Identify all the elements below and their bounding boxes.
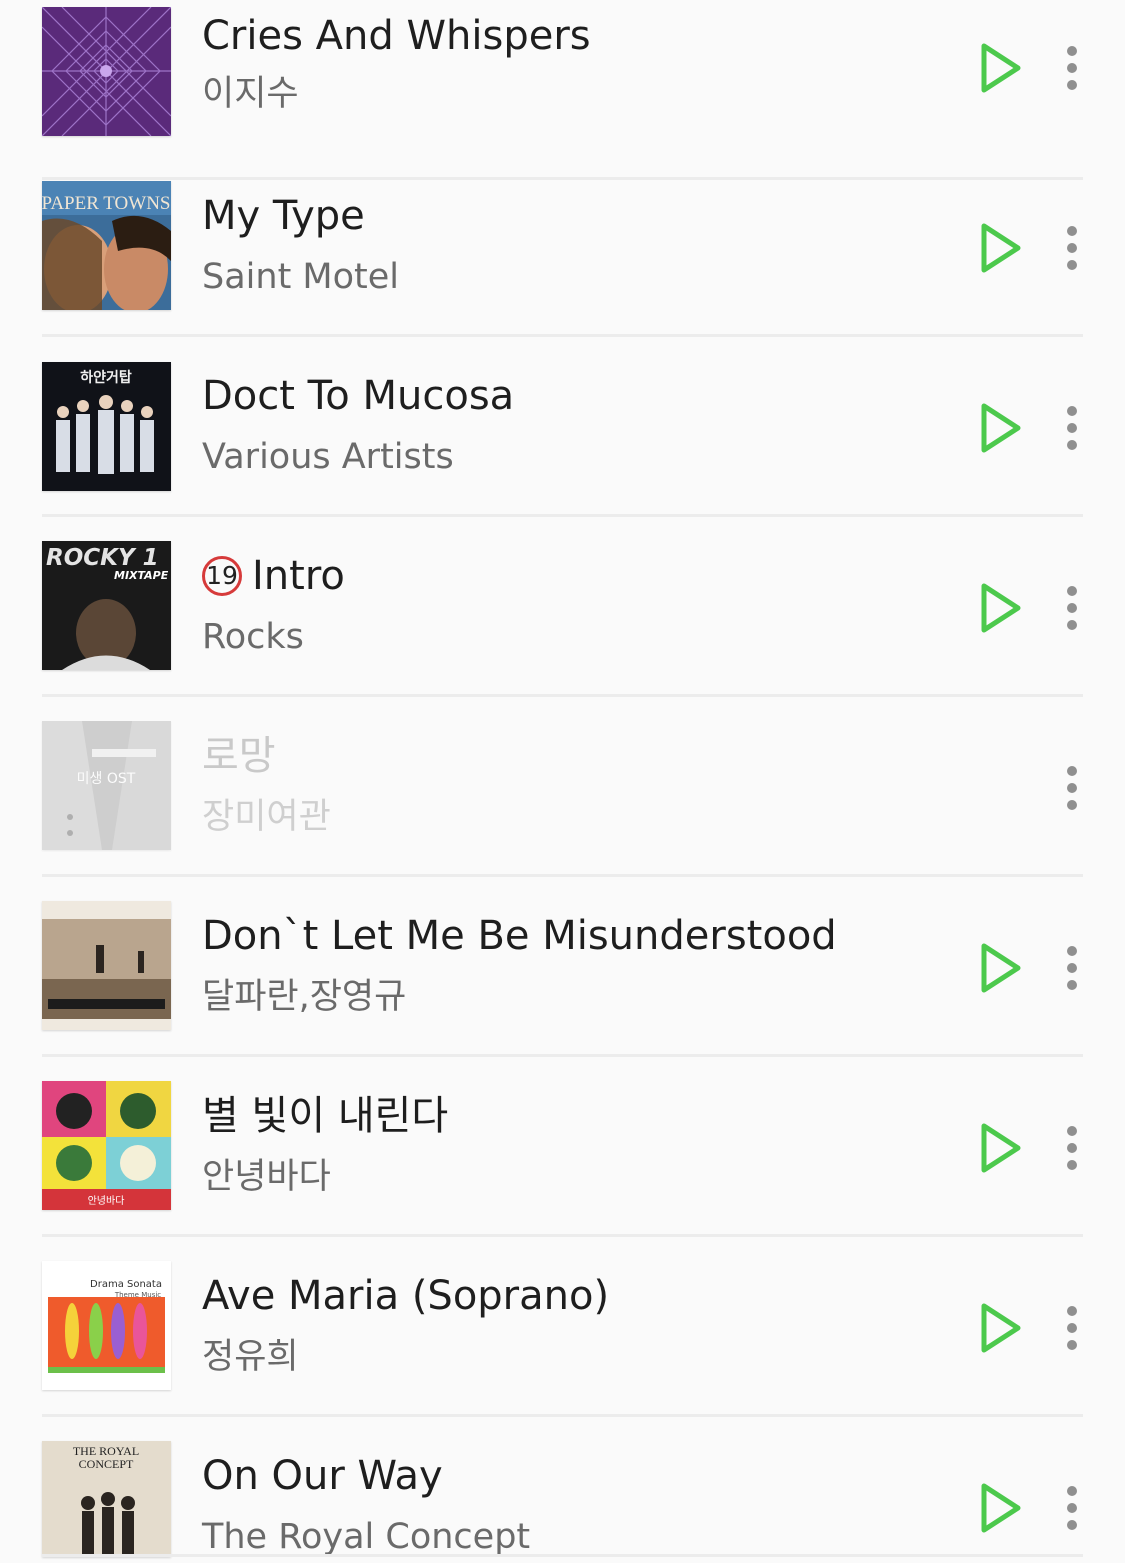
song-title: 로망 xyxy=(202,733,276,779)
song-title-text: Intro xyxy=(252,553,345,599)
album-art-drama-sonata: Drama Sonata Theme Music xyxy=(42,1261,171,1390)
song-row[interactable]: ROCKY 1 MIXTAPE 19 Intro Rocks xyxy=(0,517,1125,697)
more-options-icon[interactable] xyxy=(1060,46,1084,94)
more-options-icon[interactable] xyxy=(1060,1306,1084,1354)
album-art-misaeng-ost: 미생 OST xyxy=(42,721,171,850)
svg-text:Theme Music: Theme Music xyxy=(114,1291,161,1299)
more-options-icon[interactable] xyxy=(1060,766,1084,814)
song-title: Ave Maria (Soprano) xyxy=(202,1273,610,1319)
more-options-icon[interactable] xyxy=(1060,946,1084,994)
album-art-pop-art: 안녕바다 xyxy=(42,1081,171,1210)
play-icon[interactable] xyxy=(976,1480,1024,1536)
song-title: 19 Intro xyxy=(202,546,345,606)
svg-text:MIXTAPE: MIXTAPE xyxy=(114,569,169,582)
more-options-icon[interactable] xyxy=(1060,1486,1084,1534)
svg-text:THE ROYAL: THE ROYAL xyxy=(73,1444,139,1458)
play-icon[interactable] xyxy=(976,940,1024,996)
song-artist: Saint Motel xyxy=(202,257,400,297)
song-title: Cries And Whispers xyxy=(202,13,591,59)
song-row[interactable]: 하얀거탑 Doct To Mucosa Various Artists xyxy=(0,337,1125,517)
album-art-doct-to-mucosa: 하얀거탑 xyxy=(42,362,171,491)
album-art-cries-and-whispers xyxy=(42,7,171,136)
svg-text:PAPER TOWNS: PAPER TOWNS xyxy=(42,193,171,214)
more-options-icon[interactable] xyxy=(1060,226,1084,274)
play-icon[interactable] xyxy=(976,400,1024,456)
song-artist: 정유희 xyxy=(202,1337,299,1377)
song-artist: Various Artists xyxy=(202,437,454,477)
song-artist: 안녕바다 xyxy=(202,1157,331,1197)
album-art-the-royal-concept: THE ROYAL CONCEPT xyxy=(42,1441,171,1557)
svg-text:안녕바다: 안녕바다 xyxy=(88,1195,125,1207)
svg-text:ROCKY 1: ROCKY 1 xyxy=(46,545,159,571)
song-artist: 달파란,장영규 xyxy=(202,977,407,1017)
song-row[interactable]: Cries And Whispers 이지수 xyxy=(0,0,1125,180)
song-row[interactable]: Don`t Let Me Be Misunderstood 달파란,장영규 xyxy=(0,877,1125,1057)
album-art-my-type: PAPER TOWNS xyxy=(42,181,171,310)
song-title: Don`t Let Me Be Misunderstood xyxy=(202,913,837,959)
song-artist: Rocks xyxy=(202,617,304,657)
song-title: My Type xyxy=(202,193,365,239)
play-icon[interactable] xyxy=(976,1300,1024,1356)
song-title: 별 빛이 내린다 xyxy=(202,1093,449,1139)
album-art-rocky-mixtape: ROCKY 1 MIXTAPE xyxy=(42,541,171,670)
song-list: Cries And Whispers 이지수 PAPER TOWNS My Ty… xyxy=(0,0,1125,1557)
svg-text:CONCEPT: CONCEPT xyxy=(79,1457,134,1471)
svg-text:Drama Sonata: Drama Sonata xyxy=(90,1279,162,1290)
song-title: Doct To Mucosa xyxy=(202,373,515,419)
song-artist: 장미여관 xyxy=(202,797,331,837)
song-row[interactable]: PAPER TOWNS My Type Saint Motel xyxy=(0,157,1125,337)
song-artist: 이지수 xyxy=(202,74,299,114)
more-options-icon[interactable] xyxy=(1060,406,1084,454)
play-icon[interactable] xyxy=(976,220,1024,276)
svg-text:미생 OST: 미생 OST xyxy=(77,771,136,787)
more-options-icon[interactable] xyxy=(1060,1126,1084,1174)
svg-text:하얀거탑: 하얀거탑 xyxy=(80,369,132,386)
song-row[interactable]: Drama Sonata Theme Music Ave Maria (Sopr… xyxy=(0,1237,1125,1417)
song-row[interactable]: 안녕바다 별 빛이 내린다 안녕바다 xyxy=(0,1057,1125,1237)
album-art-dont-let-me-be-misunderstood xyxy=(42,901,171,1030)
song-artist: The Royal Concept xyxy=(202,1517,531,1557)
play-icon[interactable] xyxy=(976,580,1024,636)
play-icon[interactable] xyxy=(976,1120,1024,1176)
more-options-icon[interactable] xyxy=(1060,586,1084,634)
song-row[interactable]: THE ROYAL CONCEPT On Our Way The Royal C… xyxy=(0,1417,1125,1557)
age-19-badge-icon: 19 xyxy=(202,556,242,596)
song-title: On Our Way xyxy=(202,1453,443,1499)
song-row-unavailable[interactable]: 미생 OST 로망 장미여관 xyxy=(0,697,1125,877)
play-icon[interactable] xyxy=(976,40,1024,96)
